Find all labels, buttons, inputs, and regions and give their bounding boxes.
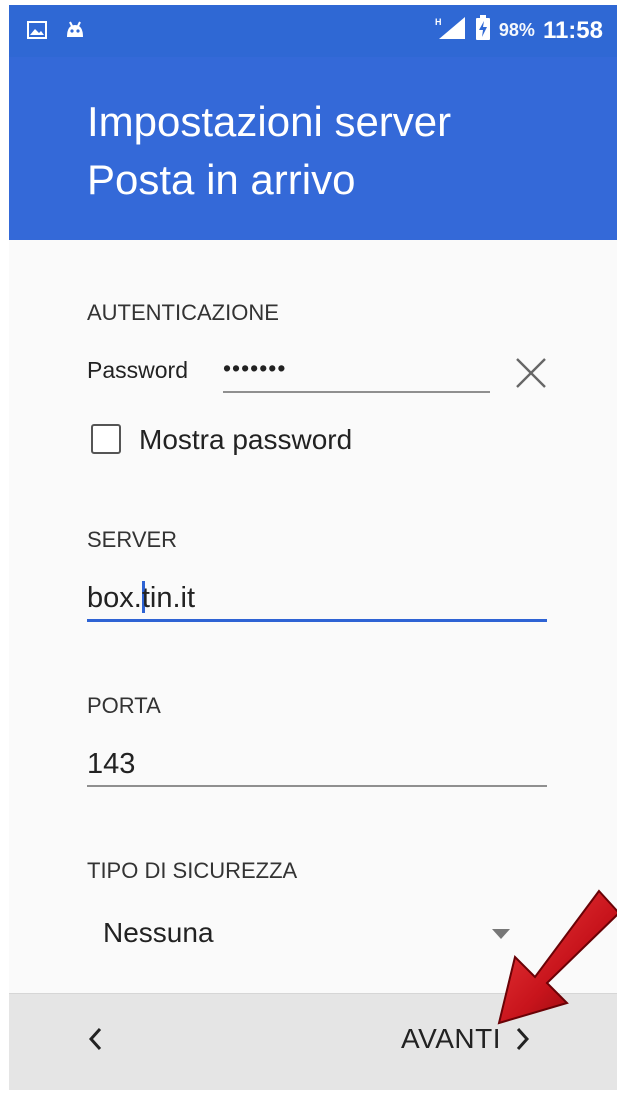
- password-label: Password: [87, 357, 188, 383]
- close-icon[interactable]: [511, 353, 551, 393]
- chevron-right-icon: [516, 1027, 530, 1051]
- battery-percent: 98%: [498, 20, 535, 40]
- page-title: Impostazioni server Posta in arrivo: [87, 93, 607, 209]
- page-title-line2: Posta in arrivo: [87, 156, 356, 203]
- app-header: Impostazioni server Posta in arrivo: [9, 57, 617, 240]
- security-section-label: TIPO DI SICUREZZA: [87, 858, 298, 883]
- image-icon: [27, 21, 47, 44]
- password-underline: [223, 391, 490, 393]
- port-underline: [87, 785, 547, 787]
- bottom-navigation-bar: AVANTI: [9, 993, 617, 1090]
- next-button[interactable]: AVANTI: [401, 1014, 533, 1064]
- server-section-label: SERVER: [87, 527, 178, 552]
- authentication-section-label: AUTENTICAZIONE: [87, 300, 279, 325]
- status-bar: H 98% 11:58: [9, 5, 617, 57]
- screen: H 98% 11:58 Impostazioni server Posta in…: [9, 5, 617, 1090]
- show-password-label[interactable]: Mostra password: [139, 424, 352, 456]
- clock: 11:58: [542, 16, 603, 44]
- server-value-end: tin.it: [141, 582, 196, 614]
- next-button-label: AVANTI: [401, 1023, 501, 1054]
- server-underline: [87, 619, 547, 622]
- password-field[interactable]: •••••••: [223, 355, 286, 382]
- port-section-label: PORTA: [87, 693, 161, 718]
- signal-icon: H: [433, 15, 467, 46]
- android-icon: [65, 21, 85, 44]
- security-type-dropdown[interactable]: Nessuna: [103, 917, 214, 949]
- server-value-start: box.: [87, 582, 142, 614]
- page-title-line1: Impostazioni server: [87, 98, 452, 145]
- battery-charging-icon: [475, 15, 491, 46]
- back-button[interactable]: [71, 1014, 121, 1064]
- chevron-left-icon: [88, 1027, 102, 1051]
- show-password-checkbox[interactable]: [91, 424, 121, 454]
- dropdown-arrow-icon[interactable]: [492, 929, 510, 939]
- server-input[interactable]: box.tin.it: [87, 581, 195, 615]
- port-input[interactable]: 143: [87, 748, 135, 781]
- network-label: H: [435, 17, 442, 27]
